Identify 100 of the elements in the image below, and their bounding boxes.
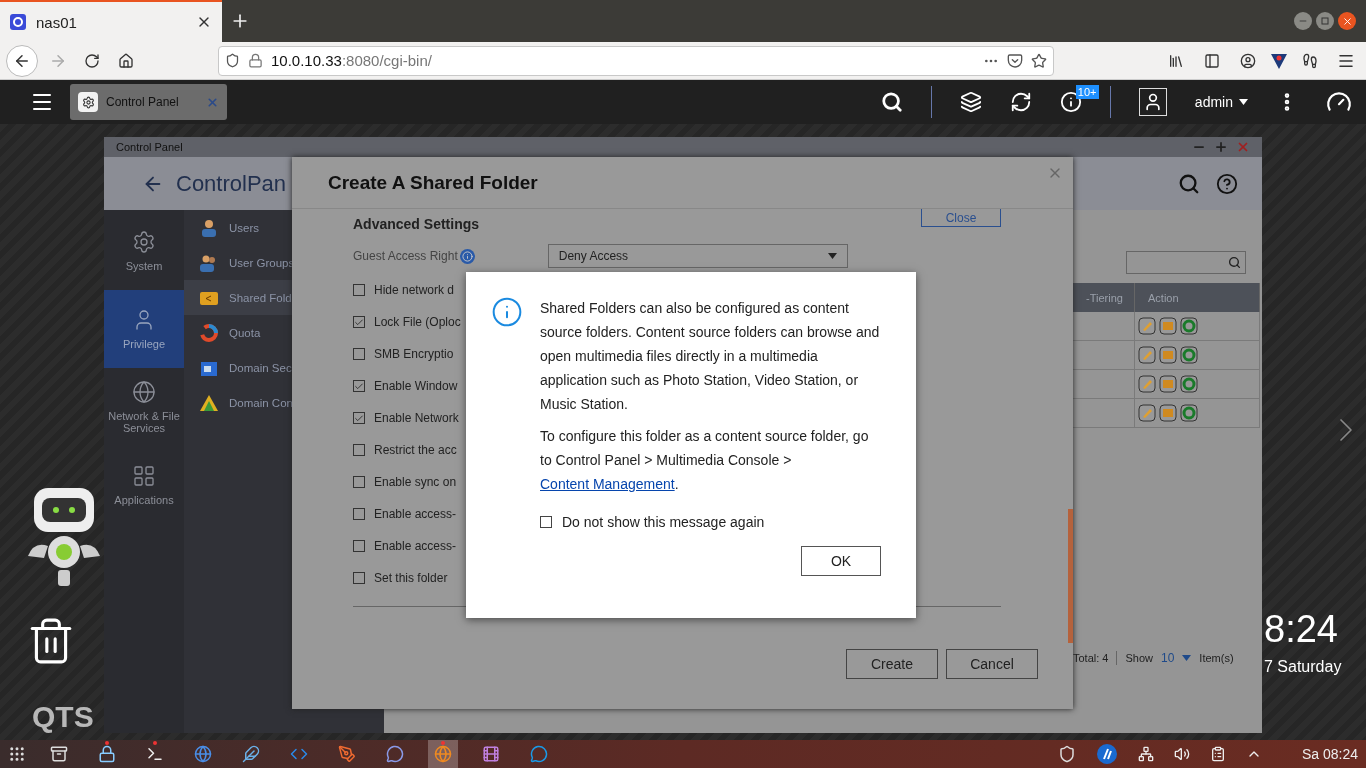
scrollbar[interactable] — [1068, 509, 1073, 643]
close-icon — [1341, 15, 1353, 27]
lock-icon — [248, 53, 263, 68]
search-field[interactable] — [1126, 251, 1246, 274]
checkbox[interactable] — [540, 516, 552, 528]
sync-icon[interactable] — [1009, 91, 1032, 113]
desktop-logo: QTS — [32, 700, 94, 734]
library-icon[interactable] — [1168, 52, 1184, 69]
chat-icon — [386, 745, 404, 763]
app-tab[interactable]: Control Panel — [70, 84, 227, 120]
gear-icon — [132, 230, 156, 254]
gear-icon — [81, 95, 95, 109]
category-tab[interactable]: Applications — [104, 446, 184, 524]
clipboard-icon[interactable] — [1209, 746, 1226, 762]
edit-icon[interactable] — [1138, 317, 1156, 335]
total-count: Total: 4 — [1073, 652, 1109, 664]
pen-icon — [338, 745, 356, 763]
column-header: Action — [1135, 283, 1260, 312]
pocket-icon[interactable] — [1007, 52, 1023, 69]
info-icon — [491, 296, 523, 328]
square-icon — [1321, 17, 1329, 25]
checkbox[interactable] — [353, 540, 365, 552]
stack-icon[interactable] — [959, 91, 982, 113]
page-size-select[interactable]: 10 — [1161, 651, 1175, 665]
sidebar-icon[interactable] — [1204, 52, 1220, 69]
category-tab[interactable]: System — [104, 212, 184, 290]
tab-title: nas01 — [36, 13, 78, 31]
globe-icon — [132, 380, 156, 404]
category-tab[interactable]: Network & File Services — [104, 368, 184, 446]
footprint-icon[interactable] — [1302, 52, 1318, 69]
close-button[interactable] — [1338, 12, 1356, 30]
lock-icon — [98, 745, 116, 763]
search-icon[interactable] — [1178, 172, 1200, 195]
user-button[interactable] — [1138, 88, 1167, 116]
folder-icon[interactable] — [1159, 317, 1177, 335]
checkbox[interactable] — [353, 412, 365, 424]
option-label: Enable access- — [374, 539, 457, 553]
network-icon[interactable] — [1137, 746, 1154, 762]
checkbox[interactable] — [353, 348, 365, 360]
minimize-button[interactable] — [1294, 12, 1312, 30]
reload-icon[interactable] — [84, 52, 100, 69]
config-message: To configure this folder as a content source folder, go to Control Panel > Multimedia Console > Content Management. — [540, 427, 870, 494]
folder-icon[interactable] — [1159, 375, 1177, 393]
address-field[interactable]: 10.0.10.33:8080/cgi-bin/ — [218, 45, 1054, 76]
refresh-icon[interactable] — [1180, 346, 1198, 364]
user-menu[interactable]: admin — [1194, 94, 1248, 110]
checkbox[interactable] — [353, 444, 365, 456]
volume-icon[interactable] — [1173, 746, 1190, 762]
content-management-link[interactable]: Content Management — [540, 476, 675, 492]
maximize-icon[interactable] — [1214, 140, 1228, 154]
window-title: Control Panel — [116, 141, 183, 153]
ok-button[interactable]: OK — [801, 546, 881, 576]
edit-icon[interactable] — [1138, 404, 1156, 422]
folder-icon[interactable] — [1159, 404, 1177, 422]
refresh-icon[interactable] — [1180, 317, 1198, 335]
checkbox[interactable] — [353, 380, 365, 392]
caret-icon — [827, 253, 837, 259]
checkbox[interactable] — [353, 572, 365, 584]
desktop-time: 8:24 — [1264, 608, 1338, 651]
browser-tab[interactable]: nas01 — [0, 0, 222, 42]
search-icon[interactable] — [880, 91, 903, 113]
url-text: 10.0.10.33:8080/cgi-bin/ — [271, 52, 433, 69]
option-label: Restrict the acc — [374, 443, 457, 457]
option-label: Set this folder — [374, 571, 448, 585]
option-label: Enable access- — [374, 507, 457, 521]
chat-icon — [530, 745, 548, 763]
person-icon — [199, 217, 219, 238]
clock[interactable]: Sa 08:24 — [1301, 746, 1358, 762]
edit-icon[interactable] — [1138, 375, 1156, 393]
search-icon — [1228, 256, 1241, 269]
refresh-icon[interactable] — [1180, 375, 1198, 393]
app-grid-icon[interactable] — [8, 745, 26, 763]
archive-icon — [50, 745, 68, 763]
checkbox[interactable] — [353, 508, 365, 520]
edit-icon[interactable] — [1138, 346, 1156, 364]
folder-icon[interactable] — [1159, 346, 1177, 364]
globe-icon — [194, 745, 212, 763]
guest-access-select[interactable]: Deny Access — [547, 244, 848, 268]
checkbox-label: Do not show this message again — [562, 514, 765, 530]
help-icon[interactable] — [1216, 172, 1238, 195]
close-button[interactable]: Close — [921, 209, 1001, 227]
home-icon[interactable] — [118, 52, 134, 69]
app-logo-icon — [10, 14, 26, 30]
option-label: Enable Network — [374, 411, 459, 425]
cancel-button[interactable]: Cancel — [946, 649, 1038, 679]
category-tab[interactable]: Privilege — [104, 290, 184, 368]
back-button[interactable] — [6, 44, 38, 77]
account-icon[interactable] — [1240, 52, 1256, 69]
terminal-icon — [146, 745, 164, 763]
panel-title: ControlPan — [176, 170, 287, 197]
show-label: Show — [1125, 652, 1153, 664]
create-button[interactable]: Create — [846, 649, 938, 679]
grid-icon — [132, 464, 156, 488]
checkbox[interactable] — [353, 284, 365, 296]
refresh-icon[interactable] — [1180, 404, 1198, 422]
checkbox[interactable] — [353, 316, 365, 328]
star-icon[interactable] — [1031, 52, 1047, 69]
printer-logo-icon[interactable] — [1095, 743, 1118, 765]
checkbox[interactable] — [353, 476, 365, 488]
option-label: Lock File (Oploc — [374, 315, 461, 329]
